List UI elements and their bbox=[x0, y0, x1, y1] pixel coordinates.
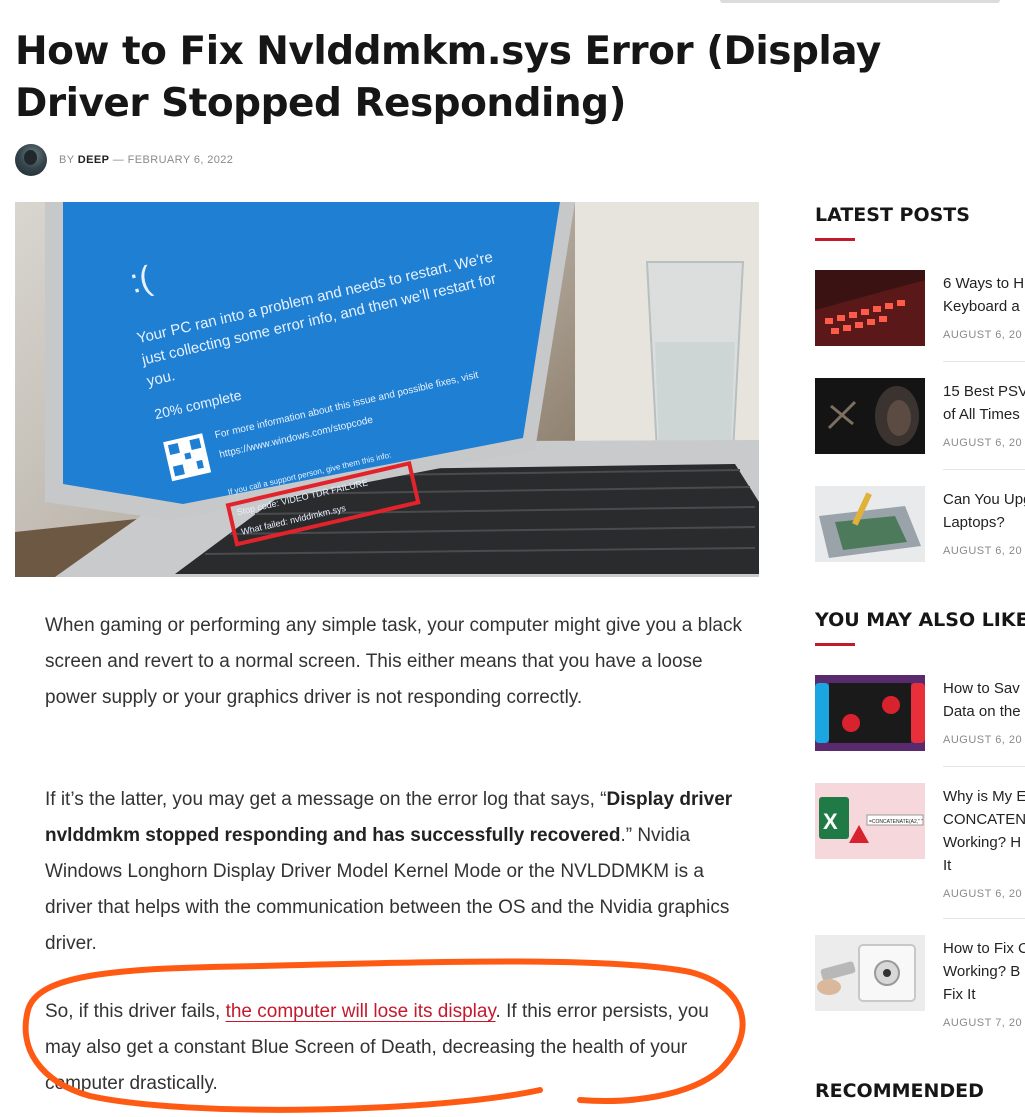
excel-formula-text: =CONCATENATE(A2," " bbox=[869, 819, 923, 825]
post-title-line: 15 Best PSV bbox=[943, 383, 1025, 400]
post-date: AUGUST 6, 20 bbox=[943, 888, 1023, 900]
post-title[interactable]: How to Fix C Working? B Fix It bbox=[943, 937, 1025, 1006]
section-underline bbox=[815, 238, 855, 241]
byline: BY DEEP — FEBRUARY 6, 2022 bbox=[59, 154, 233, 166]
section-underline bbox=[815, 643, 855, 646]
post-title[interactable]: 6 Ways to H Keyboard a bbox=[943, 272, 1025, 318]
post-title-line: Fix It bbox=[943, 986, 976, 1003]
post-title-line: Laptops? bbox=[943, 514, 1005, 531]
glass-icon bbox=[645, 261, 745, 459]
publish-date: FEBRUARY 6, 2022 bbox=[127, 154, 234, 166]
author-link[interactable]: DEEP bbox=[78, 154, 110, 166]
author-avatar[interactable] bbox=[15, 144, 47, 176]
you-may-also-like-heading: YOU MAY ALSO LIKE bbox=[815, 609, 1025, 631]
post-title-line: Keyboard a bbox=[943, 298, 1020, 315]
paragraph-3-text: So, if this driver fails, bbox=[45, 1001, 226, 1022]
byline-by: BY bbox=[59, 154, 75, 166]
nintendo-switch-thumbnail[interactable] bbox=[815, 675, 925, 751]
paragraph-1: When gaming or performing any simple tas… bbox=[45, 615, 742, 708]
rgb-keyboard-thumbnail[interactable] bbox=[815, 270, 925, 346]
post-divider bbox=[943, 361, 1025, 362]
post-title-line: Working? H bbox=[943, 834, 1022, 851]
post-date: AUGUST 6, 20 bbox=[943, 329, 1023, 341]
post-divider bbox=[943, 766, 1025, 767]
post-date: AUGUST 6, 20 bbox=[943, 545, 1023, 557]
svg-text:X: X bbox=[823, 809, 838, 834]
post-date: AUGUST 7, 20 bbox=[943, 1017, 1023, 1029]
post-title[interactable]: Why is My E CONCATENA Working? H It bbox=[943, 785, 1025, 877]
post-title-line: How to Fix C bbox=[943, 940, 1025, 957]
game-character-thumbnail[interactable] bbox=[815, 378, 925, 454]
post-title[interactable]: 15 Best PSV of All Times bbox=[943, 380, 1025, 426]
recommended-heading: RECOMMENDED bbox=[815, 1080, 984, 1102]
post-title[interactable]: Can You Upg Laptops? bbox=[943, 488, 1025, 534]
post-title-line: It bbox=[943, 857, 952, 874]
paragraph-3: So, if this driver fails, the computer w… bbox=[45, 994, 745, 1102]
hero-image: :( Your PC ran into a problem and needs … bbox=[15, 202, 759, 577]
inline-link[interactable]: the computer will lose its display bbox=[226, 1001, 496, 1022]
post-title-line: Working? B bbox=[943, 963, 1021, 980]
paragraph-2-text: If it’s the latter, you may get a messag… bbox=[45, 789, 607, 810]
post-title-line: CONCATENA bbox=[943, 811, 1025, 828]
post-date: AUGUST 6, 20 bbox=[943, 437, 1023, 449]
coax-plug-thumbnail[interactable] bbox=[815, 935, 925, 1011]
post-title-line: Data on the bbox=[943, 703, 1021, 720]
latest-posts-heading: LATEST POSTS bbox=[815, 204, 970, 226]
post-date: AUGUST 6, 20 bbox=[943, 734, 1023, 746]
paragraph-2: If it’s the latter, you may get a messag… bbox=[45, 782, 745, 962]
post-title-line: Why is My E bbox=[943, 788, 1025, 805]
excel-warning-thumbnail[interactable]: X =CONCATENATE(A2," " bbox=[815, 783, 925, 859]
post-divider bbox=[943, 469, 1025, 470]
laptop-bsod-image: :( Your PC ran into a problem and needs … bbox=[15, 202, 759, 577]
post-divider bbox=[943, 918, 1025, 919]
byline-separator: — bbox=[112, 154, 125, 166]
article-meta: BY DEEP — FEBRUARY 6, 2022 bbox=[15, 144, 233, 176]
laptop-repair-thumbnail[interactable] bbox=[815, 486, 925, 562]
sidebar: LATEST POSTS 6 Ways to H Keyboard a AUGU… bbox=[815, 0, 1025, 1117]
post-title-line: How to Sav bbox=[943, 680, 1020, 697]
post-title-line: 6 Ways to H bbox=[943, 275, 1025, 292]
post-title-line: of All Times bbox=[943, 406, 1020, 423]
post-title-line: Can You Upg bbox=[943, 491, 1025, 508]
post-title[interactable]: How to Sav Data on the bbox=[943, 677, 1025, 723]
